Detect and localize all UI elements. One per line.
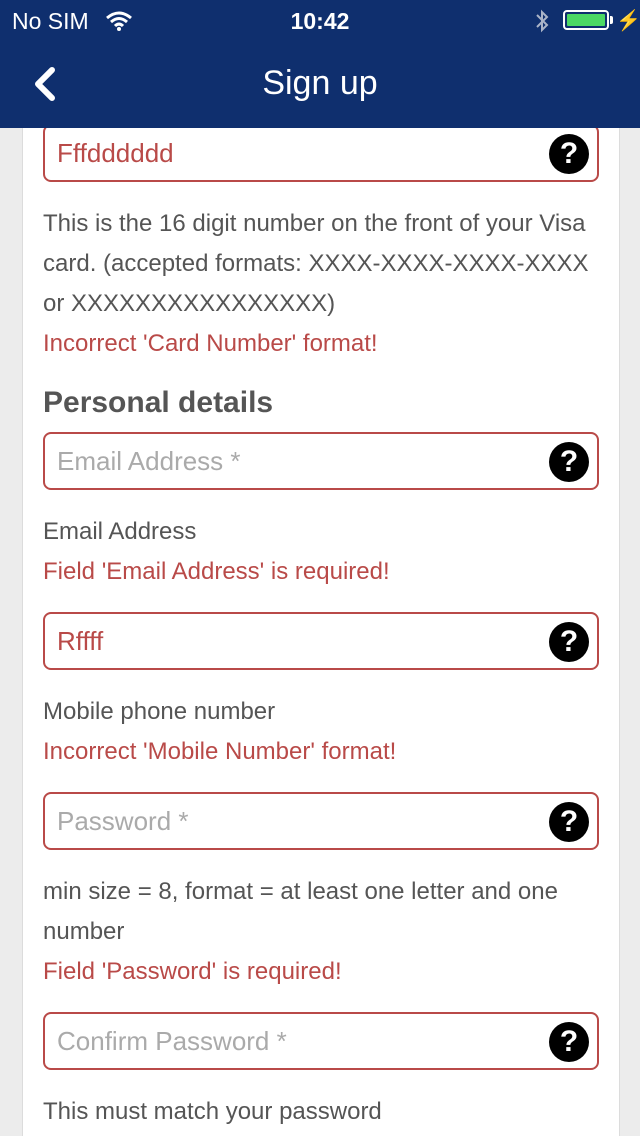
battery-icon xyxy=(563,10,609,30)
mobile-error: Incorrect 'Mobile Number' format! xyxy=(43,738,397,765)
confirm-password-field: ? xyxy=(43,1012,599,1070)
status-bar: No SIM 10:42 ⚡ xyxy=(0,0,640,40)
mobile-field: ? xyxy=(43,612,599,670)
mobile-hint: Mobile phone number xyxy=(43,698,276,725)
password-hint: min size = 8, format = at least one lett… xyxy=(43,878,558,945)
confirm-password-help-button[interactable]: ? xyxy=(549,1022,589,1062)
card-number-input[interactable] xyxy=(57,128,537,180)
card-number-hint: This is the 16 digit number on the front… xyxy=(43,210,589,317)
personal-details-heading: Personal details xyxy=(43,386,274,419)
email-input[interactable] xyxy=(57,434,537,488)
confirm-password-input[interactable] xyxy=(57,1014,537,1068)
card-number-error: Incorrect 'Card Number' format! xyxy=(43,330,378,357)
signup-form: ? This is the 16 digit number on the fro… xyxy=(22,128,620,1136)
email-hint: Email Address xyxy=(43,518,197,545)
mobile-input[interactable] xyxy=(57,614,537,668)
card-number-field: ? xyxy=(43,128,599,182)
page-title: Sign up xyxy=(262,64,378,102)
bluetooth-icon xyxy=(534,8,550,40)
password-field: ? xyxy=(43,792,599,850)
email-help-button[interactable]: ? xyxy=(549,442,589,482)
mobile-help-button[interactable]: ? xyxy=(549,622,589,662)
charging-icon: ⚡ xyxy=(616,10,640,32)
password-help-button[interactable]: ? xyxy=(549,802,589,842)
password-error: Field 'Password' is required! xyxy=(43,958,342,985)
confirm-password-hint: This must match your password xyxy=(43,1098,382,1125)
email-error: Field 'Email Address' is required! xyxy=(43,558,390,585)
navigation-bar: Sign up xyxy=(0,40,640,128)
card-number-help-button[interactable]: ? xyxy=(549,134,589,174)
battery-tip xyxy=(610,16,613,24)
email-field: ? xyxy=(43,432,599,490)
password-input[interactable] xyxy=(57,794,537,848)
